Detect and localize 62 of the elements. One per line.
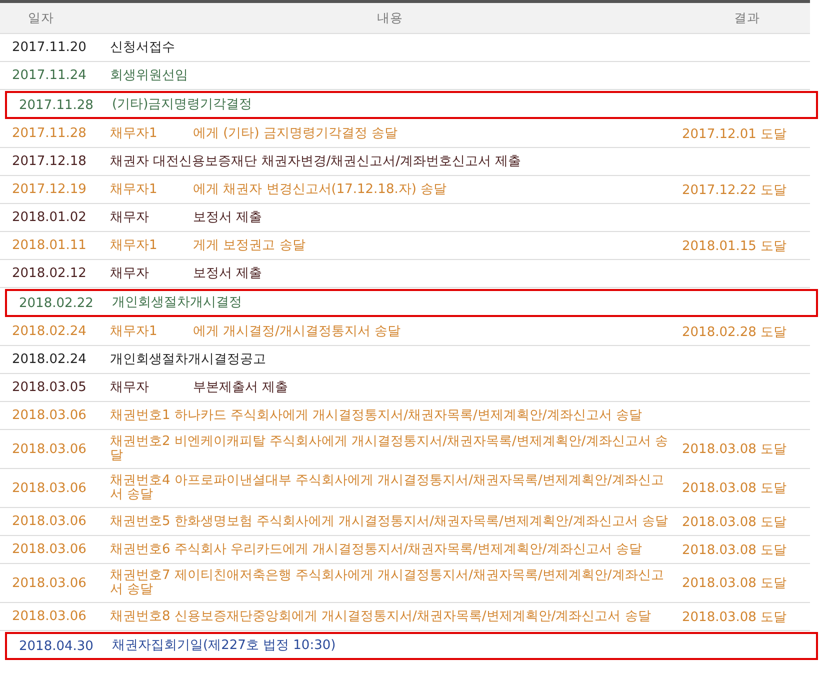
content-text: 에게 채권자 변경신고서(17.12.18.자) 송달: [193, 182, 447, 196]
content-text: 보정서 제출: [193, 266, 262, 280]
result-text: 2018.03.08 도달: [681, 575, 788, 592]
content-text: 채권번호6 주식회사 우리카드에게 개시결정통지서/채권자목록/변제계획안/계좌신고서 송달: [110, 542, 642, 556]
party-name: 채무자1: [110, 182, 158, 196]
result-text: 2017.12.01 도달: [681, 126, 788, 142]
date-text: 2018.01.02: [11, 210, 88, 225]
date-text: 2017.11.28: [18, 98, 94, 112]
content-text: 신청서접수: [110, 40, 175, 54]
result-text: 2018.03.08 도달: [681, 514, 788, 530]
content-text: 개인회생절차개시결정: [112, 295, 242, 310]
party-name: 채무자1: [110, 126, 158, 140]
content-text: 에게 개시결정/개시결정통지서 송달: [193, 324, 401, 338]
date-text: 2018.01.11: [11, 238, 88, 253]
result-text: 2018.01.15 도달: [681, 238, 788, 254]
content-text: 에게 (기타) 금지명령기각결정 송달: [193, 126, 398, 140]
date-text: 2018.03.06: [11, 408, 88, 423]
party-name: 채무자: [110, 210, 150, 224]
date-text: 2018.02.24: [11, 352, 88, 367]
content-text: 채권자 대전신용보증재단 채권자변경/채권신고서/계좌번호신고서 제출: [110, 154, 522, 168]
date-text: 2018.02.12: [11, 266, 88, 281]
content-text: 부본제출서 제출: [193, 380, 288, 394]
column-header: 내용: [376, 9, 404, 27]
date-text: 2018.03.06: [11, 609, 88, 624]
date-text: 2017.12.19: [11, 182, 88, 197]
date-text: 2018.03.06: [11, 442, 88, 456]
content-text: 채권번호2 비엔케이캐피탈 주식회사에게 개시결정통지서/채권자목록/변제계획안/계좌신고서 송달: [110, 434, 668, 463]
content-text: (기타)금지명령기각결정: [112, 97, 252, 112]
content-text: 회생위원선임: [110, 68, 188, 82]
party-name: 채무자: [110, 380, 150, 394]
content-text: 채권번호8 신용보증재단중앙회에게 개시결정통지서/채권자목록/변제계획안/계좌신고서 송달: [110, 608, 651, 624]
result-text: 2017.12.22 도달: [681, 182, 788, 198]
date-text: 2018.04.30: [18, 638, 94, 654]
date-text: 2017.11.28: [11, 126, 88, 141]
content-text: 채권번호5 한화생명보험 주식회사에게 개시결정통지서/채권자목록/변제계획안/계좌신고서 송달: [110, 514, 668, 528]
column-header: 결과: [733, 10, 761, 26]
date-text: 2017.11.20: [11, 40, 88, 55]
date-text: 2017.11.24: [11, 68, 88, 83]
date-text: 2018.03.06: [11, 542, 88, 557]
result-text: 2018.03.08 도달: [681, 441, 788, 458]
content-text: 개인회생절차개시결정공고: [110, 352, 266, 366]
content-text: 채권번호7 제이티친애저축은행 주식회사에게 개시결정통지서/채권자목록/변제계획안/계좌신고서 송달: [110, 568, 664, 597]
party-name: 채무자1: [110, 324, 158, 338]
date-text: 2018.02.22: [18, 296, 94, 310]
column-header: 일자: [27, 10, 55, 26]
content-text: 게게 보정권고 송달: [193, 238, 306, 252]
date-text: 2018.03.05: [11, 380, 88, 395]
content-text: 보정서 제출: [193, 210, 262, 224]
content-text: 채권자집회기일(제227호 법정 10:30): [112, 638, 336, 653]
result-text: 2018.03.08 도달: [681, 608, 788, 626]
date-text: 2018.02.24: [11, 324, 88, 339]
date-text: 2017.12.18: [11, 154, 88, 169]
content-text: 채권번호1 하나카드 주식회사에게 개시결정통지서/채권자목록/변제계획안/계좌신고서 송달: [110, 408, 642, 422]
result-text: 2018.03.08 도달: [681, 542, 788, 558]
result-text: 2018.02.28 도달: [681, 324, 788, 340]
party-name: 채무자1: [110, 238, 158, 252]
content-text: 채권번호4 아프로파이낸셜대부 주식회사에게 개시결정통지서/채권자목록/변제계획안/계좌신고서 송달: [110, 473, 664, 502]
date-text: 2018.03.06: [11, 514, 88, 529]
date-text: 2018.03.06: [11, 576, 88, 590]
party-name: 채무자: [110, 266, 150, 280]
result-text: 2018.03.08 도달: [681, 480, 788, 497]
date-text: 2018.03.06: [11, 480, 88, 496]
